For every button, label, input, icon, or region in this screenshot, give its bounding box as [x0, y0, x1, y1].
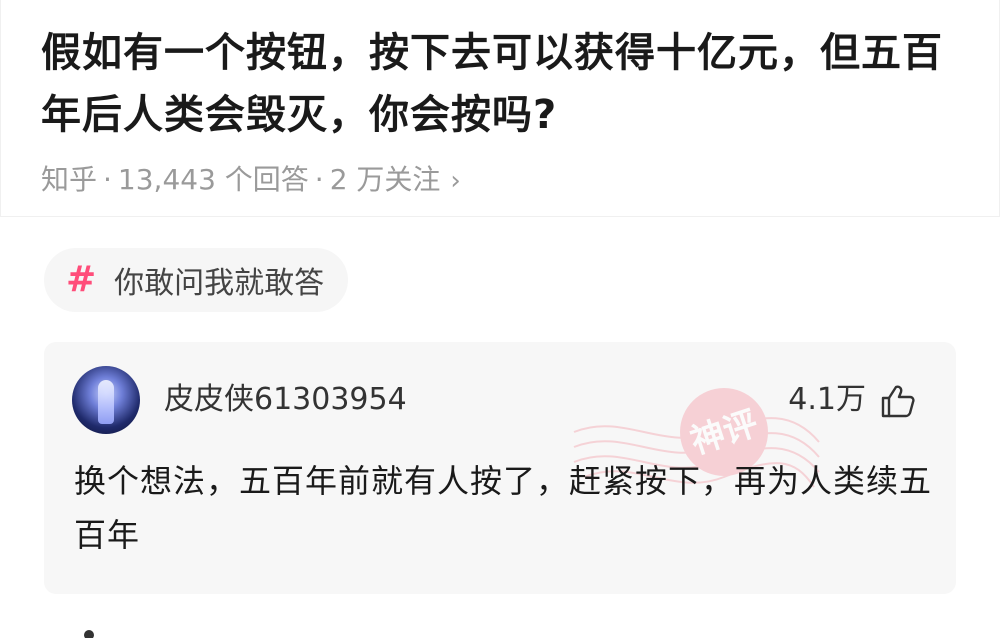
page: 假如有一个按钮，按下去可以获得十亿元，但五百年后人类会毁灭，你会按吗? 知乎 · 1…	[0, 0, 1000, 638]
meta-separator: ·	[314, 163, 324, 196]
question-title[interactable]: 假如有一个按钮，按下去可以获得十亿元，但五百年后人类会毁灭，你会按吗?	[41, 22, 961, 146]
like-count: 4.1万	[788, 382, 866, 417]
question-card[interactable]: 假如有一个按钮，按下去可以获得十亿元，但五百年后人类会毁灭，你会按吗? 知乎 · 1…	[0, 0, 1000, 217]
thumbs-up-icon[interactable]	[880, 384, 916, 418]
topic-chip[interactable]: # 你敢问我就敢答	[44, 248, 349, 312]
avatar-figure	[98, 380, 114, 424]
chevron-right-icon: ›	[450, 166, 461, 196]
topic-label: 你敢问我就敢答	[114, 266, 325, 301]
answer-count: 13,443 个回答	[117, 163, 309, 196]
answer-text[interactable]: 换个想法，五百年前就有人按了，赶紧按下，再为人类续五百年	[74, 454, 934, 562]
answer-card[interactable]: 皮皮侠61303954 神评 4.1万 换个想法，五百年前就有人按了，赶紧按下，…	[44, 342, 956, 594]
author-name[interactable]: 皮皮侠61303954	[164, 380, 407, 420]
meta-separator: ·	[103, 163, 112, 196]
question-meta[interactable]: 知乎 · 13,443 个回答 · 2 万关注 ›	[41, 158, 461, 203]
avatar[interactable]	[72, 366, 140, 434]
next-item-edge	[84, 630, 94, 638]
hash-icon: #	[66, 259, 97, 300]
source-label: 知乎	[41, 163, 98, 196]
follower-count: 2 万关注	[329, 163, 441, 196]
